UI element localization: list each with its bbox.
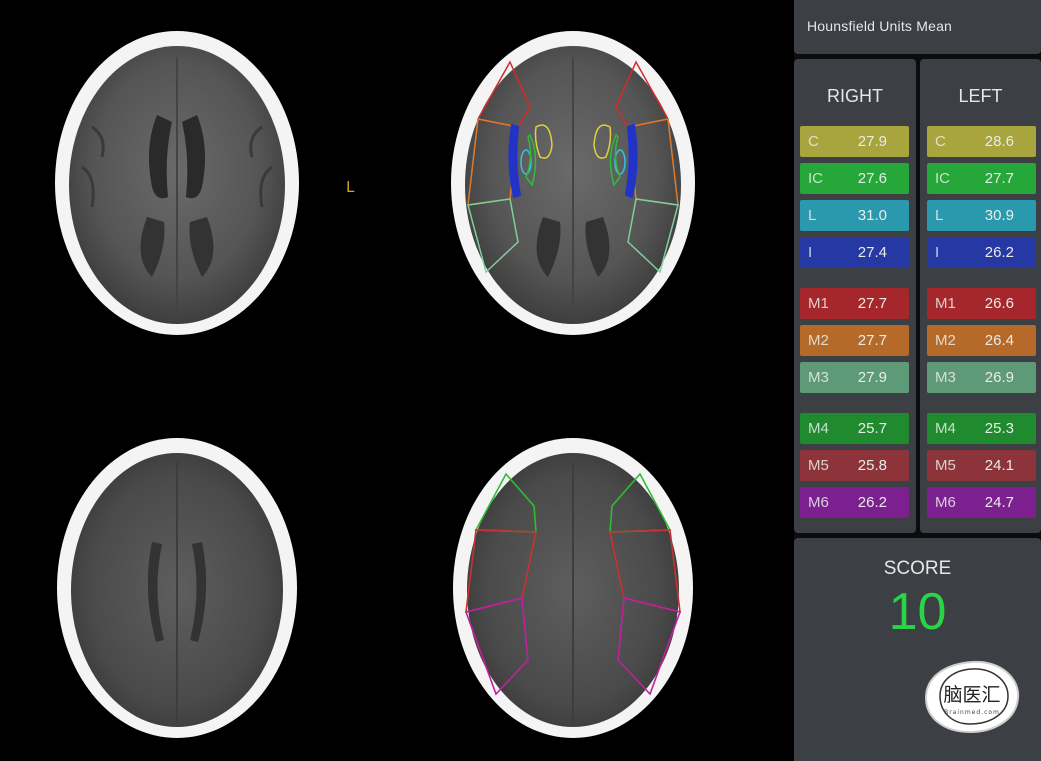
left-region-m3: M3 26.9 bbox=[927, 362, 1036, 393]
right-region-ic: IC 27.6 bbox=[800, 163, 909, 194]
region-label: M6 bbox=[808, 494, 829, 511]
region-hu-value: 26.2 bbox=[857, 494, 887, 511]
region-label: M2 bbox=[808, 332, 829, 349]
region-hu-value: 27.9 bbox=[857, 369, 887, 386]
region-label: L bbox=[808, 207, 817, 224]
right-region-m6: M6 26.2 bbox=[800, 487, 909, 518]
score-box: SCORE 10 脑医汇 Brainmed.com bbox=[794, 538, 1041, 761]
right-region-i: I 27.4 bbox=[800, 237, 909, 268]
region-label: I bbox=[935, 244, 940, 261]
panel-title: Hounsfield Units Mean bbox=[807, 18, 953, 34]
region-label: M1 bbox=[935, 295, 956, 312]
right-column-header: RIGHT bbox=[827, 86, 883, 106]
region-label: IC bbox=[935, 170, 950, 187]
right-region-m1: M1 27.7 bbox=[800, 288, 909, 319]
left-region-m2: M2 26.4 bbox=[927, 325, 1036, 356]
region-label: M3 bbox=[935, 369, 956, 386]
region-label: M1 bbox=[808, 295, 829, 312]
region-label: C bbox=[935, 133, 946, 150]
region-label: M5 bbox=[808, 457, 829, 474]
region-label: IC bbox=[808, 170, 823, 187]
region-label: I bbox=[808, 244, 813, 261]
region-label: M6 bbox=[935, 494, 956, 511]
left-column-header: LEFT bbox=[958, 86, 1003, 106]
ct-slice-ganglionic-plain[interactable] bbox=[52, 27, 302, 339]
region-label: L bbox=[935, 207, 944, 224]
right-region-m3: M3 27.9 bbox=[800, 362, 909, 393]
panel-title-box: Hounsfield Units Mean bbox=[794, 0, 1041, 54]
region-hu-value: 31.0 bbox=[857, 207, 887, 224]
orientation-left-marker: L bbox=[346, 178, 355, 196]
region-hu-value: 27.4 bbox=[857, 244, 887, 261]
logo-text: 脑医汇 bbox=[943, 684, 1000, 706]
region-hu-value: 27.7 bbox=[857, 295, 887, 312]
left-region-c: C 28.6 bbox=[927, 126, 1036, 157]
brainmed-logo: 脑医汇 Brainmed.com bbox=[924, 660, 1020, 734]
region-hu-value: 27.6 bbox=[857, 170, 887, 187]
right-region-m4: M4 25.7 bbox=[800, 413, 909, 444]
region-hu-value: 26.4 bbox=[984, 332, 1014, 349]
region-hu-value: 26.2 bbox=[984, 244, 1014, 261]
right-region-m5: M5 25.8 bbox=[800, 450, 909, 481]
region-hu-value: 25.7 bbox=[857, 420, 887, 437]
left-hemisphere-column: LEFT C 28.6 IC 27.7 L 30.9 I 26.2 M1 26.6 M2 26.4 M3… bbox=[920, 59, 1041, 533]
logo-subtext: Brainmed.com bbox=[944, 709, 1000, 716]
right-hemisphere-column: RIGHT C 27.9 IC 27.6 L 31.0 I 27.4 M1 27.7 M2 27.7 M… bbox=[794, 59, 916, 533]
region-hu-value: 24.1 bbox=[984, 457, 1014, 474]
right-region-m2: M2 27.7 bbox=[800, 325, 909, 356]
left-region-m1: M1 26.6 bbox=[927, 288, 1036, 319]
right-region-l: L 31.0 bbox=[800, 200, 909, 231]
region-label: M4 bbox=[935, 420, 956, 437]
region-hu-value: 27.7 bbox=[857, 332, 887, 349]
ct-slice-supraganglionic-plain[interactable] bbox=[52, 432, 302, 744]
score-value: 10 bbox=[888, 583, 947, 641]
aspects-panel: Hounsfield Units Mean RIGHT C 27.9 IC 27.6 L… bbox=[794, 0, 1041, 761]
left-region-m6: M6 24.7 bbox=[927, 487, 1036, 518]
region-label: M2 bbox=[935, 332, 956, 349]
region-label: M4 bbox=[808, 420, 829, 437]
ct-slice-supraganglionic-roi[interactable] bbox=[448, 432, 698, 744]
left-region-ic: IC 27.7 bbox=[927, 163, 1036, 194]
region-hu-value: 30.9 bbox=[984, 207, 1014, 224]
region-hu-value: 24.7 bbox=[984, 494, 1014, 511]
ct-viewer[interactable]: L bbox=[0, 0, 794, 761]
ct-slice-ganglionic-roi[interactable] bbox=[448, 27, 698, 339]
left-region-l: L 30.9 bbox=[927, 200, 1036, 231]
region-label: C bbox=[808, 133, 819, 150]
region-hu-value: 26.6 bbox=[984, 295, 1014, 312]
region-label: M3 bbox=[808, 369, 829, 386]
region-label: M5 bbox=[935, 457, 956, 474]
left-region-m5: M5 24.1 bbox=[927, 450, 1036, 481]
region-hu-value: 25.8 bbox=[857, 457, 887, 474]
region-hu-value: 27.7 bbox=[984, 170, 1014, 187]
region-hu-value: 27.9 bbox=[857, 133, 887, 150]
left-region-i: I 26.2 bbox=[927, 237, 1036, 268]
left-region-m4: M4 25.3 bbox=[927, 413, 1036, 444]
right-region-c: C 27.9 bbox=[800, 126, 909, 157]
region-hu-value: 26.9 bbox=[984, 369, 1014, 386]
region-hu-value: 28.6 bbox=[984, 133, 1014, 150]
region-hu-value: 25.3 bbox=[984, 420, 1014, 437]
score-label: SCORE bbox=[883, 558, 952, 579]
